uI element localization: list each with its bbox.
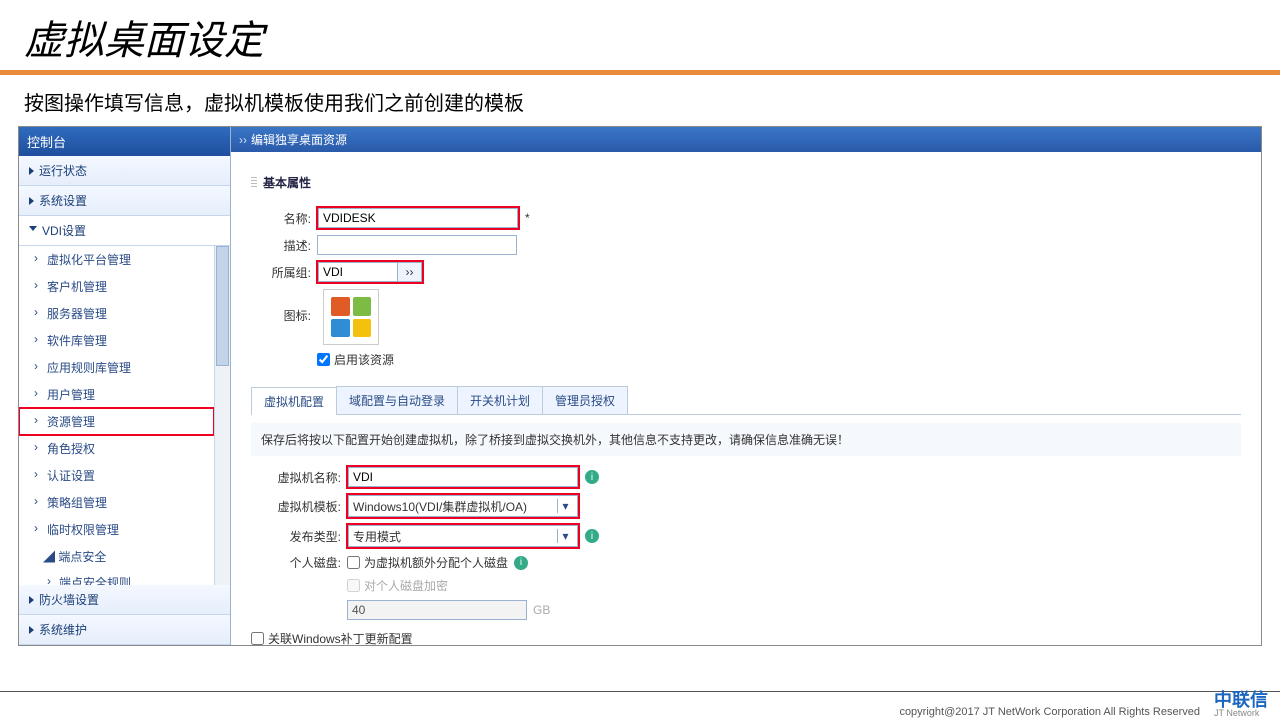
pdisk-label: 个人磁盘: — [251, 554, 341, 571]
footer: copyright@2017 JT NetWork Corporation Al… — [899, 691, 1268, 718]
section-dots-icon — [251, 177, 257, 189]
sidebar: 控制台 运行状态 系统设置 VDI设置 虚拟化平台管理 客户机管理 服务器管理 … — [19, 127, 231, 645]
sidebar-item-system[interactable]: 系统设置 — [19, 186, 230, 216]
group-picker-button[interactable]: ›› — [398, 262, 422, 282]
slide-subtitle: 按图操作填写信息，虚拟机模板使用我们之前创建的模板 — [0, 83, 1280, 126]
group-label: 所属组: — [251, 264, 311, 281]
sidebar-subtree: 虚拟化平台管理 客户机管理 服务器管理 软件库管理 应用规则库管理 用户管理 资… — [19, 246, 214, 585]
caret-right-icon — [29, 596, 34, 604]
tab-power[interactable]: 开关机计划 — [457, 386, 543, 414]
main-panel: ›› 编辑独享桌面资源 基本属性 名称: * 描述: 所属组: ›› 图标: — [231, 127, 1261, 645]
chevron-down-icon: ▾ — [557, 529, 573, 543]
windows-logo-icon[interactable] — [323, 289, 379, 345]
sidebar-sub-user[interactable]: 用户管理 — [19, 381, 214, 408]
caret-right-icon — [29, 197, 34, 205]
sidebar-sub-policy[interactable]: 策略组管理 — [19, 489, 214, 516]
group-input[interactable] — [318, 262, 398, 282]
sidebar-sub-auth[interactable]: 认证设置 — [19, 462, 214, 489]
info-icon[interactable]: i — [514, 556, 528, 570]
required-mark: * — [525, 211, 530, 225]
icon-label: 图标: — [251, 307, 311, 324]
sidebar-sub-softlib[interactable]: 软件库管理 — [19, 327, 214, 354]
vmname-label: 虚拟机名称: — [251, 469, 341, 486]
vmtpl-value: Windows10(VDI/集群虚拟机/OA) — [353, 498, 527, 515]
caret-right-icon — [29, 626, 34, 634]
pub-label: 发布类型: — [251, 528, 341, 545]
tabs: 虚拟机配置 域配置与自动登录 开关机计划 管理员授权 — [251, 386, 1241, 415]
patch-checkbox[interactable] — [251, 632, 264, 645]
config-note: 保存后将按以下配置开始创建虚拟机，除了桥接到虚拟交换机外，其他信息不支持更改，请… — [251, 423, 1241, 456]
desc-input[interactable] — [317, 235, 517, 255]
vmtpl-select[interactable]: Windows10(VDI/集群虚拟机/OA) ▾ — [348, 495, 578, 517]
sidebar-item-firewall[interactable]: 防火墙设置 — [19, 585, 230, 615]
scrollbar-thumb[interactable] — [216, 246, 229, 366]
divider-orange — [0, 70, 1280, 75]
sidebar-item-vdi[interactable]: VDI设置 — [19, 216, 230, 246]
info-icon[interactable]: i — [585, 529, 599, 543]
sidebar-sub-virtplatform[interactable]: 虚拟化平台管理 — [19, 246, 214, 273]
chevrons-icon: ›› — [239, 133, 247, 147]
scrollbar-vertical[interactable] — [214, 246, 230, 585]
sidebar-item-label: 系统设置 — [39, 192, 87, 209]
caret-down-icon — [29, 226, 37, 235]
main-header: ›› 编辑独享桌面资源 — [231, 127, 1261, 152]
slide-title: 虚拟桌面设定 — [0, 0, 1280, 70]
name-input[interactable] — [318, 208, 518, 228]
sidebar-group-endpoint[interactable]: ◢ 端点安全 — [19, 543, 214, 570]
enable-label: 启用该资源 — [334, 351, 394, 368]
sidebar-sub-resource[interactable]: 资源管理 — [19, 408, 214, 435]
pub-value: 专用模式 — [353, 528, 401, 545]
pdisk-enc-checkbox — [347, 579, 360, 592]
caret-right-icon — [29, 167, 34, 175]
sidebar-sub-tempperm[interactable]: 临时权限管理 — [19, 516, 214, 543]
pdisk-size-input — [347, 600, 527, 620]
sidebar-sub-roleauth[interactable]: 角色授权 — [19, 435, 214, 462]
pdisk-enc-label: 对个人磁盘加密 — [364, 577, 448, 594]
info-icon[interactable]: i — [585, 470, 599, 484]
section-label: 基本属性 — [263, 174, 311, 191]
sidebar-item-label: 系统维护 — [39, 621, 87, 638]
sidebar-group-label: 端点安全 — [58, 550, 106, 564]
tab-adminauth[interactable]: 管理员授权 — [542, 386, 628, 414]
sidebar-sub-server[interactable]: 服务器管理 — [19, 300, 214, 327]
chevron-down-icon: ▾ — [557, 499, 573, 513]
vmtpl-label: 虚拟机模板: — [251, 498, 341, 515]
pdisk-unit: GB — [533, 603, 550, 617]
section-basic: 基本属性 — [251, 170, 1241, 201]
name-label: 名称: — [251, 210, 311, 227]
tab-domain[interactable]: 域配置与自动登录 — [336, 386, 458, 414]
pdisk-checkbox[interactable] — [347, 556, 360, 569]
patch-label: 关联Windows补丁更新配置 — [268, 630, 413, 645]
enable-checkbox[interactable] — [317, 353, 330, 366]
desc-label: 描述: — [251, 237, 311, 254]
sidebar-item-label: 防火墙设置 — [39, 591, 99, 608]
main-header-title: 编辑独享桌面资源 — [251, 131, 347, 148]
app-frame: 控制台 运行状态 系统设置 VDI设置 虚拟化平台管理 客户机管理 服务器管理 … — [18, 126, 1262, 646]
sidebar-sub-client[interactable]: 客户机管理 — [19, 273, 214, 300]
sidebar-header: 控制台 — [19, 127, 230, 156]
sidebar-item-label: VDI设置 — [42, 222, 86, 239]
brand-logo: 中联信JT Network — [1214, 691, 1268, 718]
sidebar-sub-eprule[interactable]: 端点安全规则 — [19, 570, 214, 585]
copyright: copyright@2017 JT NetWork Corporation Al… — [899, 706, 1200, 718]
sidebar-sub-apprule[interactable]: 应用规则库管理 — [19, 354, 214, 381]
sidebar-item-label: 运行状态 — [39, 162, 87, 179]
sidebar-item-runstatus[interactable]: 运行状态 — [19, 156, 230, 186]
tab-vmconfig[interactable]: 虚拟机配置 — [251, 387, 337, 415]
pub-select[interactable]: 专用模式 ▾ — [348, 525, 578, 547]
vmname-input[interactable] — [348, 467, 578, 487]
sidebar-item-maint[interactable]: 系统维护 — [19, 615, 230, 645]
pdisk-opt-label: 为虚拟机额外分配个人磁盘 — [364, 554, 508, 571]
